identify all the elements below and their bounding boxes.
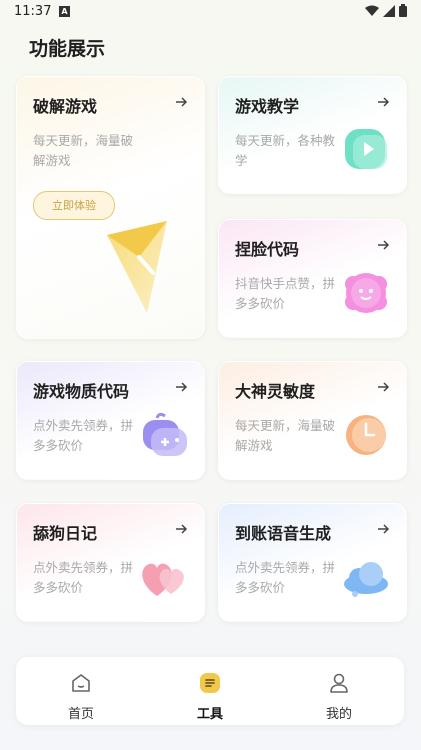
card-crack-games[interactable]: 破解游戏 每天更新，海量破解游戏 立即体验 <box>16 76 205 339</box>
bottom-nav: 首页 工具 我的 <box>16 657 404 725</box>
nav-label: 首页 <box>67 707 94 722</box>
gamepad-icon <box>143 412 187 456</box>
battery-icon <box>399 4 407 17</box>
signal-icon <box>383 4 395 17</box>
nav-label: 我的 <box>325 707 352 722</box>
home-icon <box>72 674 90 692</box>
card-desc: 点外卖先领券，拼多多砍价 <box>33 560 134 595</box>
card-game-teaching[interactable]: 游戏教学 每天更新，各种教学 <box>218 76 407 194</box>
arrow-right-icon <box>176 524 188 534</box>
card-desc: 抖音快手点赞，拼多多砍价 <box>235 276 336 311</box>
notification-badge: A <box>59 6 70 17</box>
card-desc: 点外卖先领券，拼多多砍价 <box>33 418 134 453</box>
card-diary[interactable]: 舔狗日记 点外卖先领券，拼多多砍价 <box>16 503 205 622</box>
nav-item-home[interactable]: 首页 <box>26 657 136 725</box>
status-bar: 11:37 A <box>0 0 421 26</box>
arrow-right-icon <box>378 97 390 107</box>
card-title: 到账语音生成 <box>235 524 332 543</box>
card-desc: 每天更新，海量破解游戏 <box>33 133 134 168</box>
card-desc: 点外卖先领券，拼多多砍价 <box>235 560 336 595</box>
card-desc: 每天更新，各种教学 <box>235 133 336 168</box>
status-time: 11:37 <box>14 4 52 19</box>
nav-item-tools[interactable]: 工具 <box>155 657 265 725</box>
try-now-button[interactable]: 立即体验 <box>33 191 115 220</box>
card-sensitivity[interactable]: 大神灵敏度 每天更新，海量破解游戏 <box>218 361 407 480</box>
nav-item-mine[interactable]: 我的 <box>284 657 394 725</box>
card-desc: 每天更新，海量破解游戏 <box>235 418 336 453</box>
status-icons <box>365 4 407 17</box>
heart-icon <box>142 563 184 596</box>
arrow-right-icon <box>176 97 188 107</box>
card-title: 游戏教学 <box>235 97 300 116</box>
page-title: 功能展示 <box>29 38 106 60</box>
arrow-right-icon <box>378 524 390 534</box>
nav-label: 工具 <box>196 707 223 722</box>
flower-face-icon <box>345 273 387 313</box>
user-icon <box>330 673 348 693</box>
tools-icon <box>200 673 220 693</box>
paper-plane-icon <box>107 221 167 313</box>
arrow-right-icon <box>378 382 390 392</box>
card-title: 捏脸代码 <box>235 240 300 259</box>
arrow-right-icon <box>378 240 390 250</box>
clock-icon <box>346 415 386 455</box>
card-title: 破解游戏 <box>33 97 98 116</box>
card-title: 游戏物质代码 <box>33 382 130 401</box>
arrow-right-icon <box>176 382 188 392</box>
card-title: 大神灵敏度 <box>235 382 316 401</box>
card-face-code[interactable]: 捏脸代码 抖音快手点赞，拼多多砍价 <box>218 219 407 338</box>
wifi-icon <box>365 5 379 16</box>
card-title: 舔狗日记 <box>33 524 98 543</box>
play-icon <box>345 129 387 169</box>
cloud-icon <box>344 562 388 597</box>
card-game-material-code[interactable]: 游戏物质代码 点外卖先领券，拼多多砍价 <box>16 361 205 480</box>
card-voice-generator[interactable]: 到账语音生成 点外卖先领券，拼多多砍价 <box>218 503 407 622</box>
